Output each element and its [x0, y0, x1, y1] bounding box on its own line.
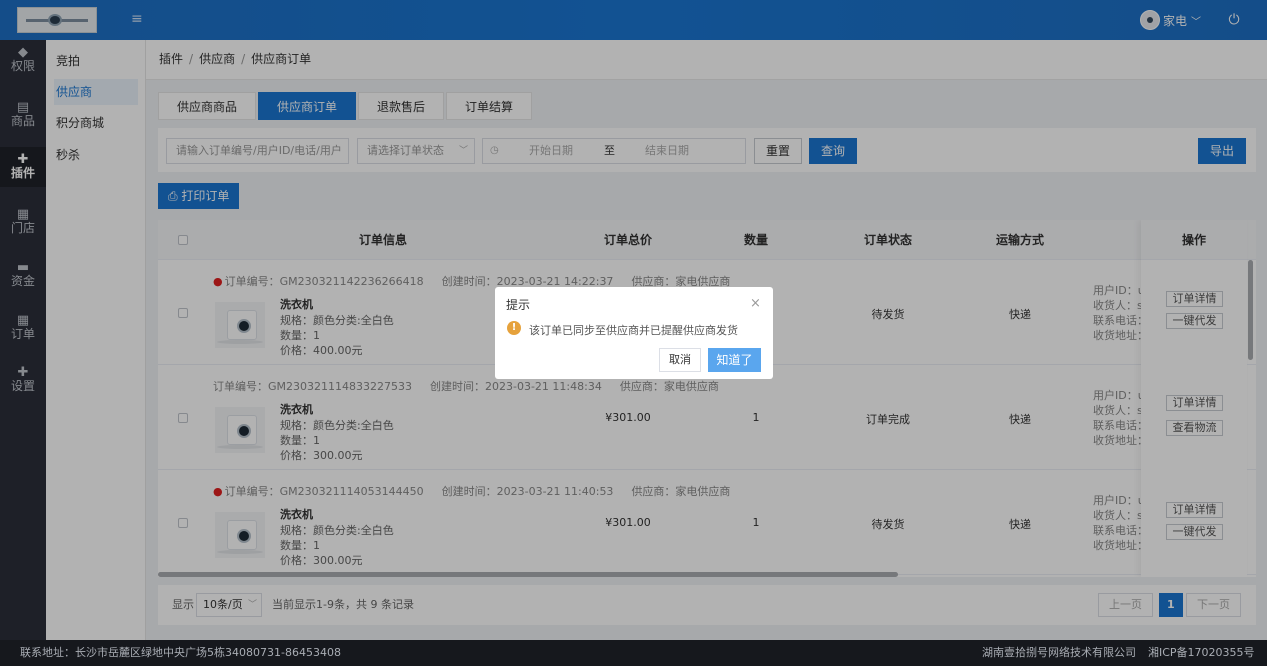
notice-dialog: 提示 × ! 该订单已同步至供应商并已提醒供应商发货 取消 知道了	[495, 287, 773, 379]
footer-address: 联系地址：长沙市岳麓区绿地中央广场5栋34080731-86453408	[20, 646, 341, 659]
dialog-title: 提示	[506, 298, 531, 312]
close-icon[interactable]: ×	[750, 297, 761, 311]
warning-icon: !	[507, 321, 521, 335]
footer-company[interactable]: 湖南壹拾捌号网络技术有限公司	[982, 640, 1136, 666]
cancel-button[interactable]: 取消	[659, 348, 701, 372]
confirm-button[interactable]: 知道了	[708, 348, 761, 372]
dialog-message: 该订单已同步至供应商并已提醒供应商发货	[529, 324, 738, 337]
footer: 联系地址：长沙市岳麓区绿地中央广场5栋34080731-86453408 湖南壹…	[0, 640, 1267, 666]
footer-icp[interactable]: 湘ICP备17020355号	[1148, 640, 1255, 666]
